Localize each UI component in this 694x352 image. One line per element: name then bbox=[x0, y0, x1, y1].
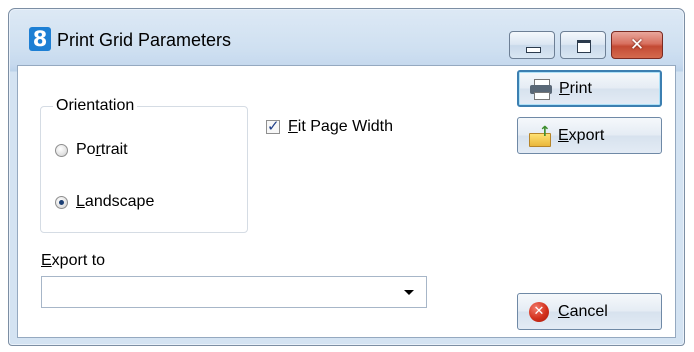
orientation-group-label: Orientation bbox=[53, 97, 138, 115]
minimize-button[interactable] bbox=[509, 31, 555, 59]
dialog-body: Orientation Portrait Landscape Fit Page … bbox=[17, 65, 676, 338]
export-to-label: Export to bbox=[41, 252, 106, 269]
close-icon: ✕ bbox=[629, 35, 645, 54]
maximize-icon bbox=[577, 40, 591, 53]
minimize-icon bbox=[526, 47, 541, 53]
landscape-label: Landscape bbox=[76, 193, 155, 210]
export-button-label: Export bbox=[558, 126, 605, 144]
portrait-label: Portrait bbox=[76, 141, 128, 158]
portrait-radio[interactable] bbox=[55, 143, 68, 157]
export-to-combobox[interactable] bbox=[41, 276, 427, 308]
fit-page-width-label: Fit Page Width bbox=[288, 118, 394, 135]
title-bar[interactable]: 8 Print Grid Parameters ✕ bbox=[9, 9, 684, 61]
close-button[interactable]: ✕ bbox=[611, 31, 663, 59]
printer-icon bbox=[529, 78, 553, 100]
maximize-button[interactable] bbox=[560, 31, 606, 59]
portrait-radio-option[interactable]: Portrait bbox=[55, 141, 128, 159]
cancel-button[interactable]: ✕ Cancel bbox=[517, 293, 662, 330]
orientation-group: Orientation Portrait Landscape bbox=[40, 97, 248, 233]
fit-page-width-checkbox[interactable] bbox=[266, 117, 280, 135]
print-button[interactable]: Print bbox=[517, 70, 662, 107]
cancel-icon: ✕ bbox=[528, 301, 552, 323]
export-button[interactable]: ↑ Export bbox=[517, 117, 662, 154]
folder-export-icon: ↑ bbox=[528, 125, 552, 147]
landscape-radio-option[interactable]: Landscape bbox=[55, 193, 154, 211]
print-button-label: Print bbox=[559, 79, 592, 97]
cancel-button-label: Cancel bbox=[558, 302, 608, 320]
window-title: Print Grid Parameters bbox=[57, 30, 232, 50]
print-grid-parameters-dialog: 8 Print Grid Parameters ✕ Orientation Po… bbox=[8, 8, 685, 346]
dropdown-arrow-icon[interactable] bbox=[404, 290, 414, 295]
app-logo-icon[interactable]: 8 bbox=[29, 27, 51, 51]
fit-page-width-option[interactable]: Fit Page Width bbox=[266, 117, 394, 136]
landscape-radio[interactable] bbox=[55, 195, 68, 209]
